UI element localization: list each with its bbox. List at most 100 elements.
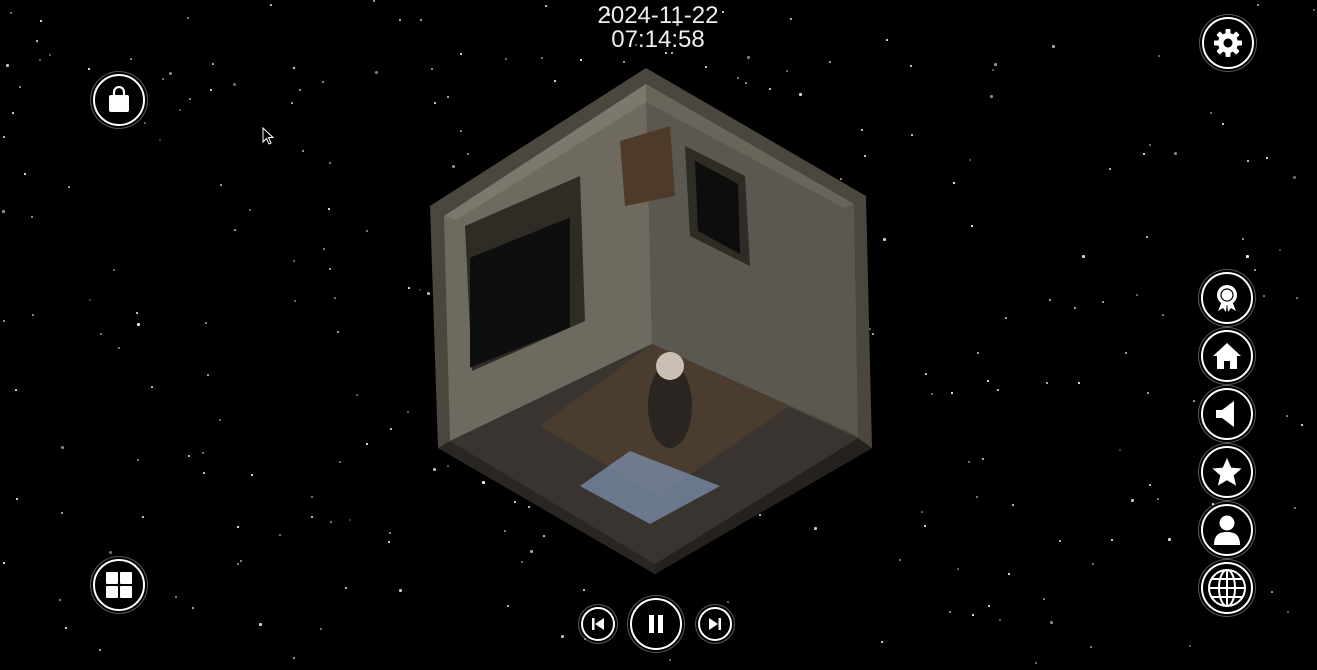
star bbox=[251, 474, 253, 476]
grid-icon bbox=[104, 570, 134, 600]
star bbox=[234, 229, 236, 231]
star bbox=[375, 71, 378, 74]
clock-date: 2024-11-22 bbox=[597, 2, 719, 29]
isometric-room-scene[interactable] bbox=[420, 66, 880, 576]
home-button[interactable] bbox=[1201, 330, 1253, 382]
star bbox=[988, 605, 990, 607]
star bbox=[399, 589, 402, 592]
language-button[interactable] bbox=[1201, 562, 1253, 614]
star bbox=[1189, 645, 1191, 647]
star bbox=[212, 63, 214, 65]
star bbox=[237, 526, 239, 528]
star bbox=[10, 12, 12, 14]
star bbox=[561, 635, 564, 638]
settings-button[interactable] bbox=[1202, 17, 1254, 69]
previous-track-button[interactable] bbox=[581, 607, 615, 641]
star bbox=[971, 225, 973, 227]
star bbox=[205, 322, 207, 324]
star bbox=[366, 230, 368, 232]
home-icon bbox=[1211, 341, 1243, 371]
star bbox=[1271, 591, 1273, 593]
star bbox=[580, 59, 582, 61]
star bbox=[136, 312, 138, 314]
star bbox=[294, 300, 296, 302]
star bbox=[505, 58, 507, 60]
star bbox=[881, 641, 883, 643]
star bbox=[390, 428, 392, 430]
star bbox=[1146, 236, 1148, 238]
star bbox=[1102, 301, 1104, 303]
star bbox=[1296, 297, 1298, 299]
star bbox=[2, 210, 5, 213]
profile-button[interactable] bbox=[1201, 504, 1253, 556]
star bbox=[187, 17, 189, 19]
star bbox=[366, 443, 368, 445]
star bbox=[1012, 504, 1014, 506]
next-track-button[interactable] bbox=[698, 607, 732, 641]
star bbox=[329, 162, 331, 164]
star bbox=[1162, 314, 1164, 316]
star bbox=[388, 541, 390, 543]
star bbox=[322, 81, 324, 83]
star bbox=[1193, 400, 1195, 402]
star bbox=[356, 394, 358, 396]
star bbox=[293, 260, 295, 262]
star bbox=[910, 65, 912, 67]
star bbox=[291, 102, 293, 104]
star bbox=[886, 39, 888, 41]
star bbox=[15, 389, 17, 391]
star bbox=[977, 352, 979, 354]
star bbox=[829, 61, 831, 63]
shop-button[interactable] bbox=[93, 74, 145, 126]
star bbox=[237, 563, 239, 565]
star bbox=[233, 83, 236, 86]
star bbox=[976, 496, 978, 498]
star bbox=[994, 63, 997, 66]
star bbox=[747, 56, 750, 59]
star bbox=[118, 347, 120, 349]
grid-menu-button[interactable] bbox=[93, 559, 145, 611]
skip-previous-icon bbox=[590, 616, 606, 632]
star bbox=[968, 461, 970, 463]
star bbox=[1301, 424, 1303, 426]
star bbox=[1059, 540, 1061, 542]
pause-button[interactable] bbox=[630, 598, 682, 650]
star bbox=[1052, 45, 1055, 48]
star bbox=[137, 323, 140, 326]
favorite-button[interactable] bbox=[1201, 446, 1253, 498]
sound-button[interactable] bbox=[1201, 388, 1253, 440]
star bbox=[1074, 307, 1076, 309]
achievements-button[interactable] bbox=[1201, 272, 1253, 324]
star bbox=[1247, 160, 1249, 162]
star bbox=[1222, 123, 1224, 125]
star bbox=[1109, 168, 1111, 170]
star bbox=[88, 68, 90, 70]
star bbox=[1149, 144, 1151, 146]
star bbox=[545, 5, 547, 7]
star bbox=[1263, 295, 1265, 297]
star bbox=[1147, 392, 1149, 394]
star bbox=[320, 628, 322, 630]
star bbox=[207, 374, 209, 376]
star bbox=[175, 596, 177, 598]
star bbox=[179, 109, 181, 111]
star bbox=[389, 532, 391, 534]
mouse-cursor-icon bbox=[262, 126, 275, 150]
star bbox=[169, 72, 172, 75]
star bbox=[137, 459, 139, 461]
star bbox=[302, 150, 304, 152]
star bbox=[1246, 255, 1249, 258]
star bbox=[883, 238, 886, 241]
star bbox=[130, 58, 132, 60]
star bbox=[1050, 621, 1053, 624]
star bbox=[109, 551, 112, 554]
star bbox=[6, 64, 9, 67]
star bbox=[270, 4, 272, 6]
star bbox=[949, 611, 951, 613]
star bbox=[1158, 55, 1160, 57]
star bbox=[1210, 112, 1212, 114]
star bbox=[142, 516, 144, 518]
star bbox=[1111, 539, 1113, 541]
star bbox=[373, 0, 375, 2]
star bbox=[32, 314, 34, 316]
